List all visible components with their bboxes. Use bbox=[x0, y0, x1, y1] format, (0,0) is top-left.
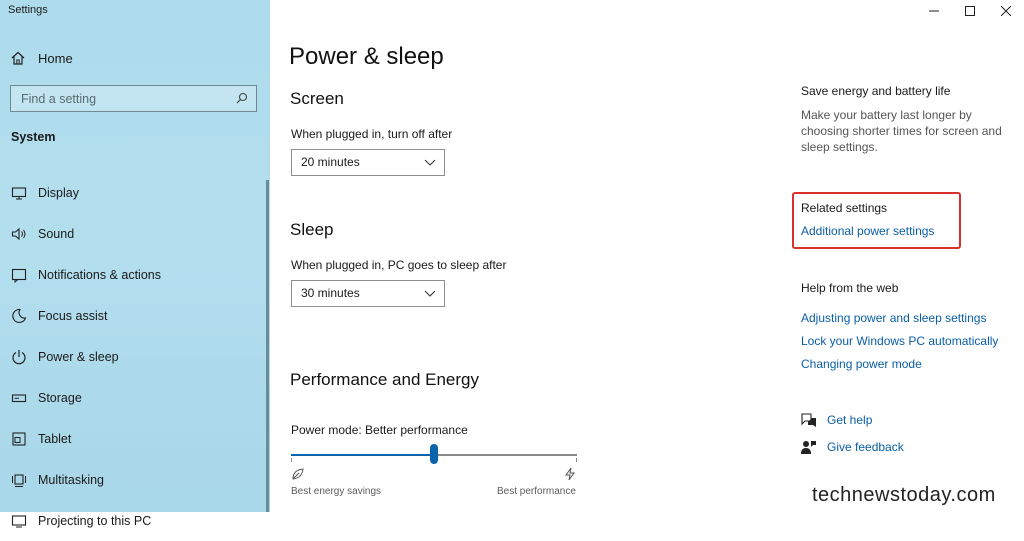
slider-tick bbox=[576, 458, 577, 462]
sidebar-item-label: Projecting to this PC bbox=[38, 513, 152, 528]
get-help-link[interactable]: Get help bbox=[827, 413, 872, 427]
save-energy-text: Make your battery last longer by choosin… bbox=[801, 108, 1002, 154]
multitasking-icon bbox=[12, 473, 26, 487]
lightning-icon bbox=[565, 467, 575, 481]
window-controls bbox=[916, 0, 1024, 22]
help-heading: Help from the web bbox=[801, 281, 899, 295]
sleep-heading: Sleep bbox=[290, 220, 334, 239]
slider-thumb[interactable] bbox=[430, 444, 438, 464]
sidebar-home[interactable]: Home bbox=[10, 48, 73, 68]
give-feedback-row[interactable]: Give feedback bbox=[801, 440, 904, 454]
storage-icon bbox=[11, 393, 27, 402]
screen-timeout-value: 20 minutes bbox=[301, 155, 360, 169]
sidebar-item-label: Notifications & actions bbox=[38, 267, 161, 282]
save-energy-heading: Save energy and battery life bbox=[801, 84, 951, 98]
chevron-down-icon bbox=[424, 159, 436, 166]
get-help-row[interactable]: Get help bbox=[801, 413, 872, 427]
sidebar-nav: Display Sound Notifications & actions Fo… bbox=[0, 172, 268, 541]
sidebar-item-projecting[interactable]: Projecting to this PC bbox=[0, 500, 268, 541]
related-settings-heading: Related settings bbox=[801, 201, 888, 215]
give-feedback-link[interactable]: Give feedback bbox=[827, 440, 904, 454]
help-link[interactable]: Changing power mode bbox=[801, 357, 1016, 371]
sidebar: Settings Home System Display Sound Notif… bbox=[0, 0, 270, 528]
leaf-icon bbox=[292, 468, 304, 480]
home-label: Home bbox=[38, 50, 73, 66]
home-icon bbox=[11, 51, 25, 65]
slider-track-filled bbox=[291, 454, 434, 456]
speaker-icon bbox=[11, 227, 26, 240]
sidebar-item-label: Tablet bbox=[38, 431, 72, 446]
sleep-timeout-dropdown[interactable]: 30 minutes bbox=[291, 280, 445, 307]
sleep-timeout-value: 30 minutes bbox=[301, 286, 360, 300]
display-icon bbox=[11, 186, 27, 199]
close-icon bbox=[1001, 6, 1011, 16]
search-box[interactable] bbox=[10, 85, 257, 112]
sidebar-item-notifications[interactable]: Notifications & actions bbox=[0, 254, 268, 295]
chat-help-icon bbox=[801, 413, 816, 427]
search-icon[interactable] bbox=[236, 92, 248, 104]
feedback-icon bbox=[801, 441, 816, 454]
projecting-icon bbox=[11, 514, 27, 527]
watermark: technewstoday.com bbox=[812, 484, 996, 506]
minimize-button[interactable] bbox=[916, 0, 952, 22]
sidebar-item-label: Focus assist bbox=[38, 308, 108, 323]
maximize-button[interactable] bbox=[952, 0, 988, 22]
sleep-label: When plugged in, PC goes to sleep after bbox=[291, 258, 507, 272]
slider-track-empty bbox=[434, 454, 577, 456]
slider-left-caption: Best energy savings bbox=[291, 486, 382, 497]
help-link[interactable]: Lock your Windows PC automatically bbox=[801, 334, 1016, 348]
sidebar-item-multitasking[interactable]: Multitasking bbox=[0, 459, 268, 500]
performance-heading: Performance and Energy bbox=[290, 370, 479, 389]
power-mode-label: Power mode: Better performance bbox=[291, 423, 468, 437]
search-input[interactable] bbox=[11, 86, 226, 111]
help-link[interactable]: Adjusting power and sleep settings bbox=[801, 311, 1016, 325]
maximize-icon bbox=[965, 6, 975, 16]
minimize-icon bbox=[929, 10, 939, 12]
section-title: System bbox=[11, 130, 56, 144]
notification-icon bbox=[11, 268, 27, 283]
sidebar-item-tablet[interactable]: Tablet bbox=[0, 418, 268, 459]
sidebar-item-power-sleep[interactable]: Power & sleep bbox=[0, 336, 268, 377]
screen-timeout-dropdown[interactable]: 20 minutes bbox=[291, 149, 445, 176]
tablet-icon bbox=[12, 431, 26, 446]
close-button[interactable] bbox=[988, 0, 1024, 22]
sidebar-item-focus-assist[interactable]: Focus assist bbox=[0, 295, 268, 336]
sidebar-item-display[interactable]: Display bbox=[0, 172, 268, 213]
main-content: Power & sleep Screen When plugged in, tu… bbox=[270, 0, 1024, 512]
chevron-down-icon bbox=[424, 290, 436, 297]
screen-label: When plugged in, turn off after bbox=[291, 127, 453, 141]
window-title: Settings bbox=[8, 4, 48, 16]
additional-power-settings-link[interactable]: Additional power settings bbox=[801, 224, 1016, 238]
page-title: Power & sleep bbox=[289, 43, 444, 70]
slider-tick bbox=[291, 458, 292, 462]
power-icon bbox=[12, 349, 26, 364]
sidebar-item-label: Sound bbox=[38, 226, 75, 241]
sidebar-item-label: Multitasking bbox=[38, 472, 104, 487]
sidebar-item-storage[interactable]: Storage bbox=[0, 377, 268, 418]
moon-icon bbox=[12, 308, 27, 323]
sidebar-item-sound[interactable]: Sound bbox=[0, 213, 268, 254]
screen-heading: Screen bbox=[290, 89, 344, 108]
slider-right-caption: Best performance bbox=[497, 486, 576, 497]
sidebar-item-label: Storage bbox=[38, 390, 82, 405]
sidebar-item-label: Power & sleep bbox=[38, 349, 119, 364]
sidebar-item-label: Display bbox=[38, 185, 79, 200]
sidebar-scrollbar[interactable] bbox=[266, 180, 269, 512]
